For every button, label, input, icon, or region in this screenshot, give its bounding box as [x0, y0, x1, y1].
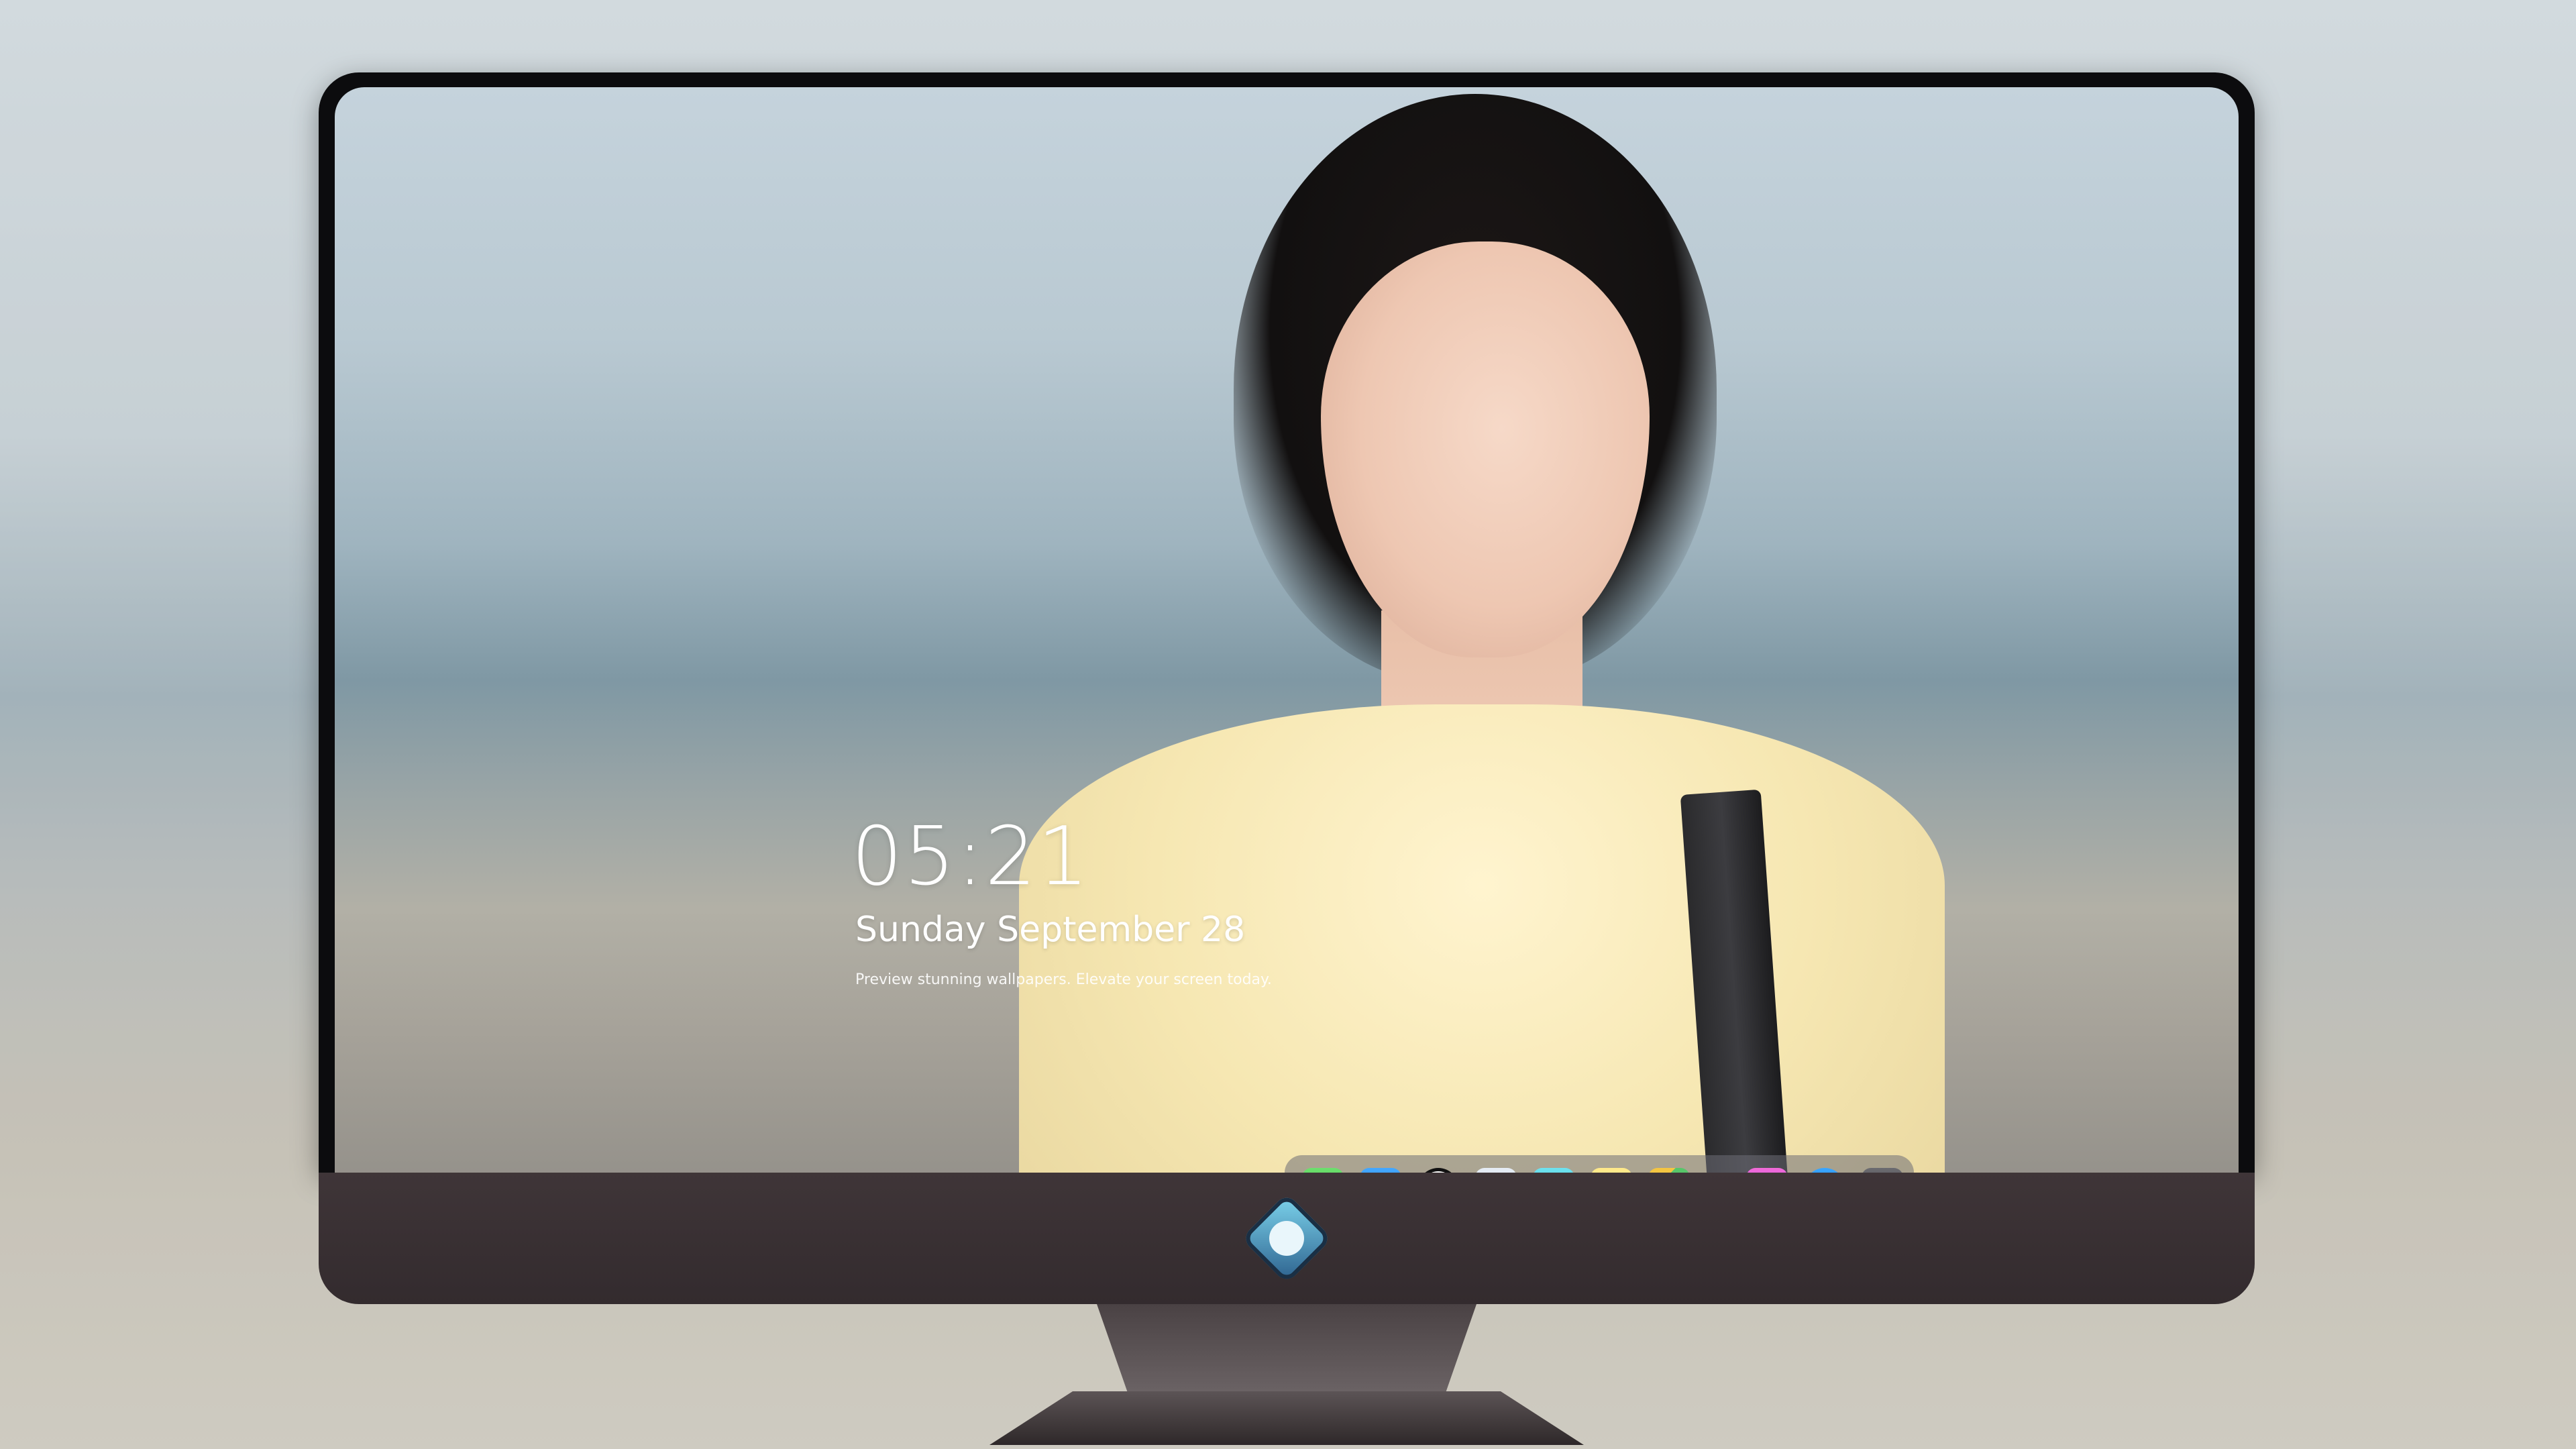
lock-date: Sunday September 28	[855, 910, 1246, 950]
lock-tagline: Preview stunning wallpapers. Elevate you…	[855, 971, 1272, 988]
lock-clock: 05:21	[851, 810, 1090, 904]
monitor: 05:21 Sunday September 28 Preview stunni…	[319, 72, 2255, 1445]
monitor-stand-neck	[1097, 1304, 1477, 1391]
monitor-stand-base	[989, 1391, 1584, 1445]
wallpaper-figure-shirt	[1019, 704, 1945, 1228]
lock-screen[interactable]: 05:21 Sunday September 28 Preview stunni…	[335, 87, 2239, 1228]
